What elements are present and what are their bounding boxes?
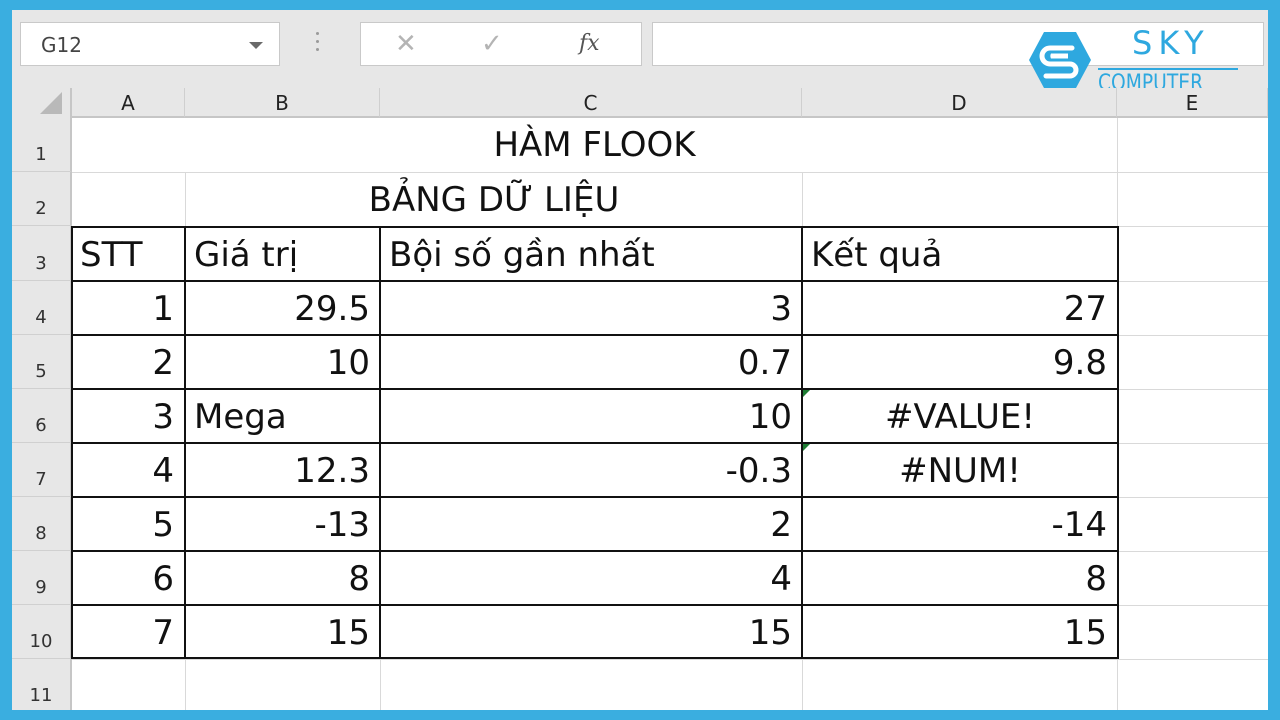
select-all-button[interactable] <box>12 88 72 118</box>
error-indicator-icon[interactable] <box>803 390 810 397</box>
cell-area[interactable]: HÀM FLOOK BẢNG DỮ LIỆU STT Giá trị Bội s… <box>71 118 1268 710</box>
cell-multiple[interactable]: -0.3 <box>381 444 802 497</box>
row-header-7[interactable]: 7 <box>12 443 72 497</box>
cell-multiple[interactable]: 15 <box>381 606 802 659</box>
row-header-9[interactable]: 9 <box>12 551 72 605</box>
cell-result[interactable]: 15 <box>803 606 1117 659</box>
logo-hexagon-icon <box>1029 32 1091 88</box>
name-box[interactable]: G12 <box>20 22 280 66</box>
header-cell-multiple[interactable]: Bội số gần nhất <box>381 228 802 281</box>
excel-window: G12 ✕ ✓ fx SKY COMPUTER A B C D E 1 2 3 … <box>12 10 1268 710</box>
column-header-d[interactable]: D <box>802 88 1117 118</box>
logo-divider <box>1098 68 1238 70</box>
cell-stt[interactable]: 4 <box>72 444 184 497</box>
enter-icon[interactable]: ✓ <box>481 29 503 59</box>
column-header-e[interactable]: E <box>1117 88 1268 118</box>
row-header-3[interactable]: 3 <box>12 226 72 281</box>
cell-result[interactable]: #VALUE! <box>803 390 1117 443</box>
cell-value[interactable]: 29.5 <box>186 282 380 335</box>
cell-stt[interactable]: 7 <box>72 606 184 659</box>
row-header-8[interactable]: 8 <box>12 497 72 551</box>
logo-brand-top: SKY <box>1132 24 1210 62</box>
cell-result[interactable]: -14 <box>803 498 1117 551</box>
error-indicator-icon[interactable] <box>803 444 810 451</box>
column-header-a[interactable]: A <box>72 88 185 118</box>
cell-value[interactable]: 12.3 <box>186 444 380 497</box>
insert-function-icon[interactable]: fx <box>579 31 600 56</box>
sheet-subtitle-cell[interactable]: BẢNG DỮ LIỆU <box>186 173 802 226</box>
column-header-b[interactable]: B <box>185 88 380 118</box>
row-header-10[interactable]: 10 <box>12 605 72 659</box>
cell-value[interactable]: -13 <box>186 498 380 551</box>
cell-result[interactable]: 9.8 <box>803 336 1117 389</box>
cell-value[interactable]: 10 <box>186 336 380 389</box>
name-box-value: G12 <box>41 33 82 57</box>
cell-stt[interactable]: 6 <box>72 552 184 605</box>
row-header-11[interactable]: 11 <box>12 659 72 710</box>
row-header-2[interactable]: 2 <box>12 172 72 226</box>
sheet-title-cell[interactable]: HÀM FLOOK <box>72 118 1117 172</box>
drag-handle-icon[interactable] <box>316 32 320 56</box>
header-cell-result[interactable]: Kết quả <box>803 228 1117 281</box>
column-header-c[interactable]: C <box>380 88 802 118</box>
formula-buttons: ✕ ✓ fx <box>360 22 642 66</box>
cell-value[interactable]: 8 <box>186 552 380 605</box>
sheet-subtitle: BẢNG DỮ LIỆU <box>368 180 620 220</box>
cell-stt[interactable]: 1 <box>72 282 184 335</box>
cell-multiple[interactable]: 4 <box>381 552 802 605</box>
gridline <box>72 659 1268 660</box>
cell-result[interactable]: 27 <box>803 282 1117 335</box>
cell-value[interactable]: 15 <box>186 606 380 659</box>
sheet-title: HÀM FLOOK <box>493 125 696 165</box>
cell-stt[interactable]: 3 <box>72 390 184 443</box>
cell-multiple[interactable]: 10 <box>381 390 802 443</box>
cell-value[interactable]: Mega <box>186 390 380 443</box>
cell-multiple[interactable]: 3 <box>381 282 802 335</box>
header-cell-value[interactable]: Giá trị <box>186 228 380 281</box>
cell-stt[interactable]: 2 <box>72 336 184 389</box>
cell-result[interactable]: 8 <box>803 552 1117 605</box>
cell-multiple[interactable]: 0.7 <box>381 336 802 389</box>
cell-multiple[interactable]: 2 <box>381 498 802 551</box>
header-cell-stt[interactable]: STT <box>72 228 184 281</box>
row-header-4[interactable]: 4 <box>12 281 72 335</box>
cell-stt[interactable]: 5 <box>72 498 184 551</box>
row-header-6[interactable]: 6 <box>12 389 72 443</box>
row-header-5[interactable]: 5 <box>12 335 72 389</box>
spreadsheet-grid: A B C D E 1 2 3 4 5 6 7 8 9 10 11 HÀM FL… <box>12 88 1268 710</box>
row-header-1[interactable]: 1 <box>12 118 72 172</box>
chevron-down-icon[interactable] <box>249 42 263 49</box>
cancel-icon[interactable]: ✕ <box>395 29 417 59</box>
cell-result[interactable]: #NUM! <box>803 444 1117 497</box>
